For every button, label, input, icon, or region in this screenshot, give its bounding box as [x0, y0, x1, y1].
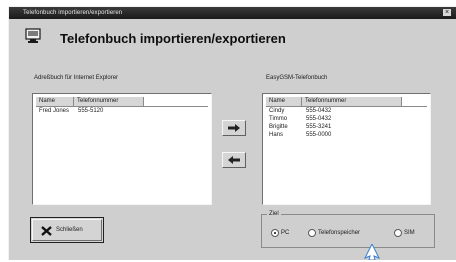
target-group: Ziel PC Telefonspeicher SIM [261, 210, 435, 248]
contact-name: Cindy [269, 108, 285, 114]
list-item[interactable]: Timmo 555-0432 [266, 115, 427, 123]
column-header-name[interactable]: Name [266, 97, 302, 106]
list-item[interactable]: Hans 555-0000 [266, 131, 427, 139]
column-header-number[interactable]: Telefonnummer [302, 97, 402, 106]
arrow-right-icon [228, 124, 240, 132]
left-list-header: Name Telefonnummer [36, 97, 208, 107]
title-bar[interactable]: Telefonbuch importieren/exportieren × [9, 7, 456, 19]
contact-name: Timmo [269, 116, 288, 122]
phonebook-icon [25, 28, 43, 46]
right-contact-list[interactable]: Name Telefonnummer Cindy 555-0432 Timmo … [262, 93, 431, 205]
export-right-button[interactable] [222, 120, 246, 136]
target-group-label: Ziel [267, 210, 281, 218]
radio-indicator [394, 229, 402, 237]
contact-number: 555-0000 [306, 132, 332, 138]
arrow-left-icon [228, 156, 240, 164]
contact-number: 555-3241 [306, 124, 332, 130]
contact-number: 555-0432 [306, 108, 332, 114]
radio-indicator [271, 229, 279, 237]
contact-name: Brigitte [269, 124, 288, 130]
page-title: Telefonbuch importieren/exportieren [60, 31, 286, 46]
contact-number: 555-0432 [306, 116, 332, 122]
list-item[interactable]: Fred Jones 555-5120 [36, 107, 208, 115]
window-title: Telefonbuch importieren/exportieren [23, 10, 123, 16]
right-list-label: EasyGSM-Telefonbuch [266, 75, 328, 81]
window-close-button[interactable]: × [443, 9, 451, 16]
mouse-pointer-icon [363, 242, 381, 262]
column-header-number[interactable]: Telefonnummer [74, 97, 144, 106]
right-list-header: Name Telefonnummer [266, 97, 427, 107]
radio-label: Telefonspeicher [318, 230, 361, 236]
x-close-icon [41, 226, 52, 236]
list-item[interactable]: Brigitte 555-3241 [266, 123, 427, 131]
left-list-label: Adreßbuch für Internet Explorer [34, 75, 119, 81]
close-button[interactable]: Schließen [30, 217, 104, 243]
close-button-label: Schließen [56, 227, 83, 233]
radio-label: PC [281, 230, 290, 236]
radio-label: SIM [404, 230, 415, 236]
radio-indicator [308, 229, 316, 237]
import-left-button[interactable] [222, 152, 246, 168]
contact-name: Fred Jones [39, 108, 70, 114]
list-item[interactable]: Cindy 555-0432 [266, 107, 427, 115]
contact-number: 555-5120 [78, 108, 104, 114]
contact-name: Hans [269, 132, 284, 138]
column-header-name[interactable]: Name [36, 97, 74, 106]
left-contact-list[interactable]: Name Telefonnummer Fred Jones 555-5120 [32, 93, 212, 205]
